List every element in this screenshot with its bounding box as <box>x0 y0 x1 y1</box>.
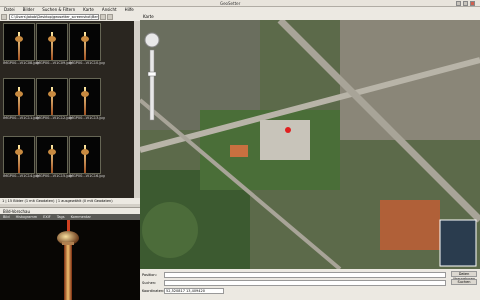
thumbnail[interactable]: IMGP00...VI1C15.jpg <box>36 136 72 180</box>
apply-data-button[interactable]: Daten übernehmen <box>451 271 477 281</box>
thumbnail-grid: IMGP00...VI1C08.jpg IMGP00...VI1C09.jpg … <box>0 21 140 198</box>
refresh-icon[interactable] <box>100 14 106 20</box>
zoom-slider <box>149 49 155 121</box>
thumbnail-image <box>36 136 68 174</box>
satellite-map[interactable] <box>140 20 480 269</box>
coordinates-row: Koordinaten: 52,520817 13,409420 <box>142 287 224 294</box>
thumbnail-caption: IMGP00...VI1C10.jpg <box>69 61 105 65</box>
path-input[interactable]: C:\Users\Jakob\Desktop\geosetter_screens… <box>9 14 99 20</box>
filter-icon[interactable] <box>107 14 113 20</box>
location-marker-icon <box>285 127 291 133</box>
pan-control-icon <box>144 32 160 48</box>
thumbnail[interactable]: IMGP00...VI1C12.jpg <box>36 78 72 122</box>
search-row: Suchen: <box>142 279 446 286</box>
thumbnail[interactable]: IMGP00...VI1C13.jpg <box>69 78 105 122</box>
tv-tower-photo <box>0 220 140 300</box>
image-preview <box>0 220 140 300</box>
thumbnail-image <box>69 136 101 174</box>
coordinates-field[interactable]: 52,520817 13,409420 <box>164 287 224 294</box>
search-label: Suchen: <box>142 280 157 285</box>
thumbnail[interactable]: IMGP00...VI1C14.jpg <box>3 136 39 180</box>
coordinate-panel: Position: Suchen: Koordinaten: 52,520817… <box>140 269 480 300</box>
maximize-icon[interactable] <box>463 1 468 6</box>
coordinates-label: Koordinaten: <box>142 288 165 293</box>
thumbnail[interactable]: IMGP00...VI1C10.jpg <box>69 23 105 67</box>
thumbnail-image <box>36 23 68 61</box>
overview-minimap <box>439 219 477 267</box>
thumbnail-image <box>3 23 35 61</box>
thumbnail-caption: IMGP00...VI1C13.jpg <box>69 116 105 120</box>
zoom-thumb <box>147 71 157 77</box>
position-label: Position: <box>142 272 157 277</box>
window-title: GeoSetter <box>220 1 241 6</box>
thumbnail-caption: IMGP00...VI1C15.jpg <box>36 174 72 178</box>
position-row: Position: <box>142 271 446 278</box>
search-input[interactable] <box>164 279 446 286</box>
position-input[interactable] <box>164 271 446 278</box>
thumbnail-caption: IMGP00...VI1C08.jpg <box>3 61 39 65</box>
thumbnail-caption: IMGP00...VI1C11.jpg <box>3 116 39 120</box>
thumbnail[interactable]: IMGP00...VI1C09.jpg <box>36 23 72 67</box>
toolbar: C:\Users\Jakob\Desktop\geosetter_screens… <box>0 13 140 21</box>
thumbnail[interactable]: IMGP00...VI1C11.jpg <box>3 78 39 122</box>
minimize-icon[interactable] <box>456 1 461 6</box>
thumbnail-image <box>3 78 35 116</box>
thumbnail-caption: IMGP00...VI1C09.jpg <box>36 61 72 65</box>
thumbnail-image <box>36 78 68 116</box>
search-button[interactable]: Suchen <box>451 279 477 285</box>
thumbnail-status: 1 | 15 Bilder (1 mit Geodaten) | 1 ausge… <box>0 198 140 204</box>
thumbnail-image <box>3 136 35 174</box>
preview-title: Bild-Vorschau <box>0 207 140 214</box>
thumbnail[interactable]: IMGP00...VI1C16.jpg <box>69 136 105 180</box>
folder-icon[interactable] <box>1 14 7 20</box>
thumbnail-image <box>69 23 101 61</box>
thumbnail-caption: IMGP00...VI1C16.jpg <box>69 174 105 178</box>
map-panel[interactable]: Karte <box>140 13 480 269</box>
close-icon[interactable] <box>470 1 475 6</box>
thumbnail-caption: IMGP00...VI1C14.jpg <box>3 174 39 178</box>
thumbnail-caption: IMGP00...VI1C12.jpg <box>36 116 72 120</box>
map-title: Karte <box>140 13 480 20</box>
thumbnail[interactable]: IMGP00...VI1C08.jpg <box>3 23 39 67</box>
thumbnail-image <box>69 78 101 116</box>
title-bar: GeoSetter <box>0 0 480 7</box>
